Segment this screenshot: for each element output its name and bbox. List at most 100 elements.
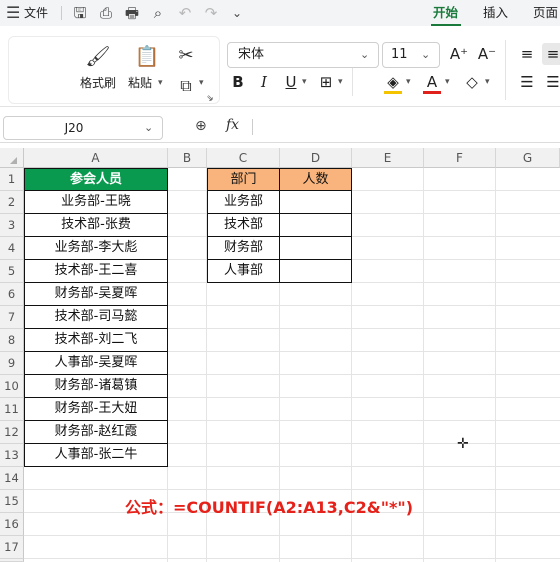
undo-icon[interactable]: ↶ [175,3,195,23]
select-all-corner[interactable] [0,148,24,168]
row-header[interactable]: 1 [0,168,24,191]
borders-dropdown-icon[interactable]: ▾ [338,77,343,87]
count-cell[interactable] [280,191,352,214]
row-header[interactable]: 11 [0,398,24,421]
department-cell[interactable]: 技术部 [207,214,280,237]
count-cell[interactable] [280,237,352,260]
gridline [24,489,560,490]
attendee-cell[interactable]: 财务部-吴夏晖 [24,283,168,306]
cut-icon[interactable]: ✂ [169,41,203,71]
attendee-cell[interactable]: 财务部-赵红霞 [24,421,168,444]
bold-icon[interactable]: B [227,71,249,93]
row-header[interactable]: 5 [0,260,24,283]
count-cell[interactable] [280,214,352,237]
font-size-select[interactable]: 11 ⌄ [382,42,440,68]
row-header[interactable]: 17 [0,536,24,559]
attendee-cell[interactable]: 业务部-王晓 [24,191,168,214]
font-color-icon[interactable]: A [421,71,443,93]
cell-cursor-icon: ✛ [457,436,469,452]
column-header-c[interactable]: C [207,148,280,168]
row-header[interactable]: 2 [0,191,24,214]
function-icon[interactable]: fx [226,117,239,133]
print-icon[interactable]: 🖶 [122,3,142,23]
row-header[interactable]: 13 [0,444,24,467]
department-cell[interactable]: 人事部 [207,260,280,283]
attendees-header-cell[interactable]: 参会人员 [24,168,168,191]
department-header-cell[interactable]: 部门 [207,168,280,191]
row-header[interactable]: 15 [0,490,24,513]
clear-format-icon[interactable]: ◇ [461,71,483,93]
column-header-a[interactable]: A [24,148,168,168]
row-header[interactable]: 8 [0,329,24,352]
row-header[interactable]: 10 [0,375,24,398]
file-menu[interactable]: 文件 [24,0,48,26]
row-header[interactable]: 9 [0,352,24,375]
column-header-d[interactable]: D [280,148,352,168]
font-name-select[interactable]: 宋体 ⌄ [227,42,379,68]
formula-input[interactable] [256,116,560,138]
attendee-cell[interactable]: 财务部-王大妞 [24,398,168,421]
attendee-cell[interactable]: 技术部-王二喜 [24,260,168,283]
save-icon[interactable]: 🖫 [70,3,90,23]
align-top-icon[interactable]: ≡ [516,43,538,65]
row-header[interactable]: 4 [0,237,24,260]
chevron-down-icon[interactable]: ⌄ [227,3,247,23]
row-header[interactable]: 14 [0,467,24,490]
zoom-icon[interactable]: ⊕ [195,118,207,134]
paste-icon[interactable]: 📋 [130,41,164,71]
underline-icon[interactable]: U [280,71,302,93]
gridline [24,535,560,536]
copy-icon[interactable]: ⧉ [169,71,203,101]
decrease-font-size-icon[interactable]: A⁻ [476,43,498,65]
italic-icon[interactable]: I [253,71,275,93]
export-pdf-icon[interactable]: ⎙ [96,3,116,23]
row-header[interactable]: 12 [0,421,24,444]
align-left-icon[interactable]: ☰ [516,71,538,93]
chevron-down-icon[interactable]: ⌄ [144,117,153,139]
align-middle-icon[interactable]: ≡ [542,43,560,65]
font-dialog-launcher-icon[interactable]: ↘ [206,94,213,103]
paste-dropdown-icon[interactable]: ▾ [158,78,163,88]
copy-dropdown-icon[interactable]: ▾ [199,78,204,88]
column-header-e[interactable]: E [352,148,424,168]
tab-start[interactable]: 开始 [433,0,458,26]
borders-icon[interactable]: ⊞ [315,71,337,93]
attendee-cell[interactable]: 财务部-诸葛镇 [24,375,168,398]
row-header[interactable]: 7 [0,306,24,329]
increase-font-size-icon[interactable]: A⁺ [448,43,470,65]
hamburger-menu-icon[interactable]: ☰ [6,0,20,26]
divider [61,6,62,20]
clear-format-dropdown-icon[interactable]: ▾ [485,77,490,87]
attendee-cell[interactable]: 技术部-刘二飞 [24,329,168,352]
format-painter-button[interactable]: 格式刷 [80,75,116,91]
column-header-b[interactable]: B [168,148,207,168]
attendee-cell[interactable]: 人事部-吴夏晖 [24,352,168,375]
format-painter-icon[interactable]: 🖌 [81,41,115,71]
count-cell[interactable] [280,260,352,283]
row-header[interactable]: 6 [0,283,24,306]
department-cell[interactable]: 财务部 [207,237,280,260]
column-header-f[interactable]: F [424,148,496,168]
align-center-icon[interactable]: ☰ [542,71,560,93]
underline-dropdown-icon[interactable]: ▾ [302,77,307,87]
tab-insert[interactable]: 插入 [483,0,508,26]
row-header[interactable]: 3 [0,214,24,237]
attendee-cell[interactable]: 技术部-张费 [24,214,168,237]
fill-color-icon[interactable]: ◈ [382,71,404,93]
print-preview-icon[interactable]: ⌕ [148,3,168,23]
chevron-down-icon[interactable]: ⌄ [360,43,369,67]
attendee-cell[interactable]: 业务部-李大彪 [24,237,168,260]
column-header-g[interactable]: G [496,148,560,168]
attendee-cell[interactable]: 人事部-张二牛 [24,444,168,467]
department-cell[interactable]: 业务部 [207,191,280,214]
redo-icon[interactable]: ↷ [201,3,221,23]
tab-page-layout[interactable]: 页面 [533,0,558,26]
count-header-cell[interactable]: 人数 [280,168,352,191]
row-header[interactable]: 16 [0,513,24,536]
paste-button[interactable]: 粘贴 [128,75,152,91]
font-color-dropdown-icon[interactable]: ▾ [445,77,450,87]
chevron-down-icon[interactable]: ⌄ [421,43,430,67]
fill-color-dropdown-icon[interactable]: ▾ [406,77,411,87]
attendee-cell[interactable]: 技术部-司马懿 [24,306,168,329]
name-box[interactable]: J20 ⌄ [3,116,163,140]
